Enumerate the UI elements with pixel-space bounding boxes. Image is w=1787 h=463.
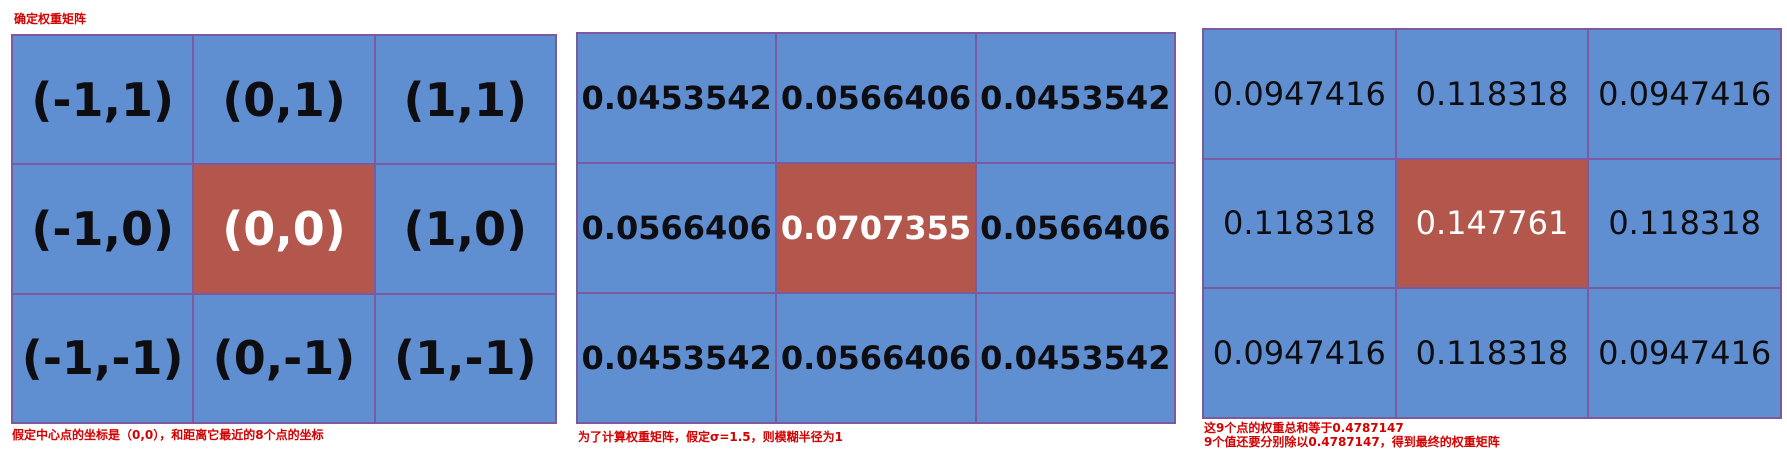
weight-cell: 0.0566406 xyxy=(578,164,776,292)
normalized-weight-cell: 0.118318 xyxy=(1589,159,1780,288)
weight-cell: 0.0453542 xyxy=(976,294,1174,422)
coordinate-grid-caption: 假定中心点的坐标是（0,0），和距离它最近的8个点的坐标 xyxy=(12,428,324,442)
coordinate-grid: (-1,1) (0,1) (1,1) (-1,0) (0,0) (1,0) (-… xyxy=(11,34,557,424)
normalized-weight-cell: 0.118318 xyxy=(1396,289,1588,417)
coordinate-cell: (0,1) xyxy=(194,36,374,164)
weight-grid: 0.0453542 0.0566406 0.0453542 0.0566406 … xyxy=(576,32,1176,424)
weight-cell: 0.0566406 xyxy=(976,164,1174,292)
weight-cell: 0.0566406 xyxy=(777,294,975,422)
normalized-weight-cell: 0.118318 xyxy=(1396,30,1588,158)
weight-cell: 0.0453542 xyxy=(578,34,776,162)
weight-cell: 0.0566406 xyxy=(777,34,975,162)
normalized-grid-caption-line1: 这9个点的权重总和等于0.4787147 xyxy=(1204,421,1404,435)
normalized-weight-cell: 0.0947416 xyxy=(1589,30,1780,158)
normalized-weight-cell: 0.0947416 xyxy=(1204,289,1395,417)
center-coordinate-cell: (0,0) xyxy=(194,165,374,293)
weight-cell: 0.0453542 xyxy=(578,294,776,422)
normalized-weight-cell: 0.0947416 xyxy=(1589,289,1780,417)
coordinate-cell: (1,-1) xyxy=(375,294,555,422)
normalized-grid-caption-line2: 9个值还要分别除以0.4787147，得到最终的权重矩阵 xyxy=(1204,435,1500,449)
diagram-title: 确定权重矩阵 xyxy=(14,12,87,26)
center-normalized-weight-cell: 0.147761 xyxy=(1396,159,1588,288)
normalized-weight-grid: 0.0947416 0.118318 0.0947416 0.118318 0.… xyxy=(1202,28,1782,419)
coordinate-cell: (-1,-1) xyxy=(13,294,193,422)
coordinate-cell: (0,-1) xyxy=(194,294,374,422)
coordinate-cell: (-1,0) xyxy=(13,165,193,293)
normalized-weight-cell: 0.0947416 xyxy=(1204,30,1395,158)
center-weight-cell: 0.0707355 xyxy=(777,164,975,292)
coordinate-cell: (1,0) xyxy=(375,165,555,293)
weight-grid-caption: 为了计算权重矩阵，假定σ=1.5，则模糊半径为1 xyxy=(578,430,844,444)
weight-cell: 0.0453542 xyxy=(976,34,1174,162)
normalized-weight-cell: 0.118318 xyxy=(1204,159,1395,288)
coordinate-cell: (-1,1) xyxy=(13,36,193,164)
coordinate-cell: (1,1) xyxy=(375,36,555,164)
